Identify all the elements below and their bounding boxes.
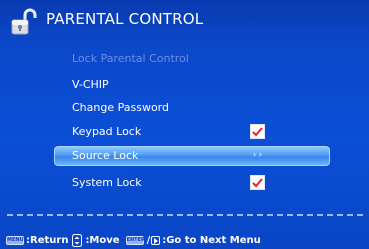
footer-divider	[7, 214, 363, 216]
menu-item-v-chip[interactable]: V-CHIP	[72, 78, 109, 91]
check-icon	[252, 178, 263, 188]
next-menu-hint: :Go to Next Menu	[162, 234, 261, 246]
page-title: PARENTAL CONTROL	[46, 10, 204, 28]
padlock-icon	[11, 8, 37, 36]
up-down-arrows-icon	[72, 233, 83, 247]
move-hint: :Move	[85, 234, 120, 246]
menu-item-system-lock[interactable]: System Lock	[72, 176, 142, 189]
return-hint: :Return	[26, 234, 69, 246]
menu-item-lock-parental-control: Lock Parental Control	[72, 52, 189, 65]
play-icon	[151, 235, 161, 245]
key-separator: /	[146, 234, 151, 246]
check-icon	[252, 127, 263, 137]
parental-control-osd: PARENTAL CONTROL Lock Parental Control V…	[0, 0, 369, 249]
menu-item-keypad-lock[interactable]: Keypad Lock	[72, 125, 141, 138]
footer-hints: MENU :Return :Move ENTER / :Go to Next M…	[6, 233, 261, 247]
keypad-lock-checkbox[interactable]	[250, 124, 265, 139]
menu-key-icon: MENU	[6, 235, 24, 245]
enter-key-icon: ENTER	[125, 235, 145, 245]
menu-item-change-password[interactable]: Change Password	[72, 101, 169, 114]
title-bar: PARENTAL CONTROL	[0, 0, 369, 42]
system-lock-checkbox[interactable]	[250, 175, 265, 190]
submenu-arrows-icon: › ›	[253, 150, 262, 159]
menu-item-source-lock[interactable]: Source Lock	[72, 149, 138, 162]
